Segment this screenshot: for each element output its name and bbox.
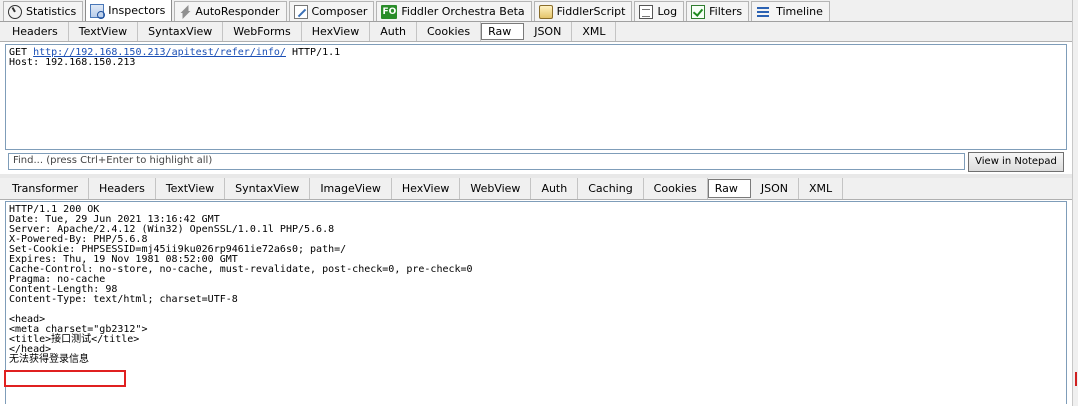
tab-label: Statistics	[26, 5, 77, 18]
response-tab-hexview[interactable]: HexView	[392, 178, 461, 199]
request-tab-textview[interactable]: TextView	[69, 22, 139, 41]
response-tab-syntaxview[interactable]: SyntaxView	[225, 178, 311, 199]
window-edge	[1072, 0, 1078, 406]
response-tab-webview[interactable]: WebView	[460, 178, 532, 199]
response-tab-raw[interactable]: Raw	[707, 179, 751, 198]
response-line: </head>	[9, 344, 52, 355]
response-tab-json[interactable]: JSON	[751, 178, 800, 199]
request-tab-bar: Headers TextView SyntaxView WebForms Hex…	[0, 22, 1072, 42]
stopwatch-icon	[8, 4, 22, 19]
tab-timeline[interactable]: Timeline	[751, 1, 830, 21]
request-tab-auth[interactable]: Auth	[370, 22, 417, 41]
tab-label: Filters	[709, 5, 743, 18]
response-tab-transformer[interactable]: Transformer	[2, 178, 90, 199]
response-line: Content-Type: text/html; charset=UTF-8	[9, 294, 238, 305]
request-tab-syntaxview[interactable]: SyntaxView	[138, 22, 224, 41]
request-protocol: HTTP/1.1	[292, 47, 341, 58]
response-line: Server: Apache/2.4.12 (Win32) OpenSSL/1.…	[9, 224, 335, 235]
tab-label: Log	[657, 5, 678, 18]
response-tab-caching[interactable]: Caching	[578, 178, 644, 199]
tab-inspectors[interactable]: Inspectors	[85, 0, 173, 21]
request-line: GET http://192.168.150.213/apitest/refer…	[9, 48, 1063, 58]
tab-label: Fiddler Orchestra Beta	[401, 5, 525, 18]
request-raw-pane[interactable]: GET http://192.168.150.213/apitest/refer…	[5, 44, 1067, 150]
request-tab-hexview[interactable]: HexView	[302, 22, 371, 41]
request-tab-xml[interactable]: XML	[572, 22, 617, 41]
tab-composer[interactable]: Composer	[288, 1, 375, 21]
tab-statistics[interactable]: Statistics	[3, 1, 84, 21]
response-line: Pragma: no-cache	[9, 274, 106, 285]
highlight-annotation-box	[4, 370, 126, 387]
request-tab-cookies[interactable]: Cookies	[417, 22, 482, 41]
response-tab-xml[interactable]: XML	[799, 178, 844, 199]
tab-fiddlerscript[interactable]: FiddlerScript	[533, 1, 633, 21]
request-host-line: Host: 192.168.150.213	[9, 57, 136, 68]
pencil-icon	[293, 4, 308, 19]
checkbox-icon	[691, 4, 706, 19]
tab-log[interactable]: Log	[634, 1, 685, 21]
response-line: Cache-Control: no-store, no-cache, must-…	[9, 264, 473, 275]
annotation-mark	[1075, 372, 1077, 386]
response-line: <meta charset="gb2312">	[9, 324, 148, 335]
response-line	[9, 305, 1063, 315]
response-body-message: 无法获得登录信息	[9, 354, 89, 365]
tab-filters[interactable]: Filters	[686, 1, 750, 21]
response-tab-bar: Transformer Headers TextView SyntaxView …	[0, 178, 1072, 200]
log-icon	[639, 4, 654, 19]
tab-label: AutoResponder	[195, 5, 280, 18]
timeline-icon	[756, 5, 772, 19]
lightning-icon	[179, 5, 191, 19]
main-tab-bar: Statistics Inspectors AutoResponder Comp…	[0, 0, 1072, 22]
request-tab-webforms[interactable]: WebForms	[223, 22, 302, 41]
script-icon	[538, 4, 553, 19]
response-line: <head>	[9, 314, 46, 325]
response-tab-textview[interactable]: TextView	[156, 178, 226, 199]
response-tab-cookies[interactable]: Cookies	[644, 178, 708, 199]
tab-autoresponder[interactable]: AutoResponder	[174, 1, 287, 21]
response-line: <title>接口测试</title>	[9, 334, 140, 345]
response-tab-auth[interactable]: Auth	[531, 178, 579, 199]
find-input[interactable]: Find... (press Ctrl+Enter to highlight a…	[8, 153, 965, 170]
request-tab-json[interactable]: JSON	[524, 22, 573, 41]
response-tab-headers[interactable]: Headers	[89, 178, 156, 199]
fo-icon: FO	[381, 4, 398, 19]
tab-label: Timeline	[776, 5, 823, 18]
inspectors-icon	[90, 3, 106, 19]
tab-fiddler-orchestra[interactable]: FO Fiddler Orchestra Beta	[376, 1, 532, 21]
request-tab-headers[interactable]: Headers	[2, 22, 69, 41]
response-raw-pane[interactable]: HTTP/1.1 200 OK Date: Tue, 29 Jun 2021 13…	[5, 201, 1067, 404]
response-tab-imageview[interactable]: ImageView	[310, 178, 392, 199]
tab-label: Inspectors	[108, 4, 166, 17]
request-tab-raw[interactable]: Raw	[481, 23, 525, 40]
tab-label: Composer	[311, 5, 368, 18]
view-in-notepad-button[interactable]: View in Notepad	[968, 152, 1064, 172]
tab-label: FiddlerScript	[556, 5, 626, 18]
